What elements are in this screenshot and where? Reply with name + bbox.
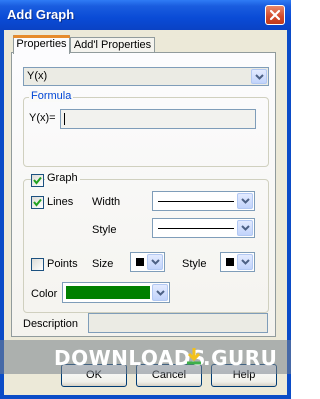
watermark-banner: DOWNLOADS .GURU — [0, 340, 291, 374]
points-checkbox[interactable] — [31, 258, 44, 271]
watermark-main: DOWNLOADS — [54, 346, 206, 370]
color-swatch — [66, 286, 150, 299]
text-cursor — [64, 113, 65, 125]
point-style-preview — [226, 258, 234, 266]
chevron-down-icon — [241, 225, 250, 231]
line-width-dropdown-button[interactable] — [237, 193, 253, 209]
tab-properties[interactable]: Properties — [13, 35, 70, 54]
title-bar[interactable]: Add Graph — [0, 0, 291, 30]
checkmark-icon — [33, 198, 42, 207]
line-style-preview — [158, 228, 234, 229]
chevron-down-icon — [241, 259, 250, 265]
graph-checkbox[interactable] — [31, 174, 44, 187]
watermark-text: DOWNLOADS — [54, 346, 206, 370]
function-type-dropdown-button[interactable] — [251, 69, 267, 84]
line-style-dropdown-button[interactable] — [237, 220, 253, 236]
add-graph-dialog: Add Graph Properties Add'l Properties Y(… — [0, 0, 291, 399]
color-dropdown-button[interactable] — [152, 284, 168, 301]
properties-panel: Y(x) Formula Y(x)= Graph Lines Width Sty… — [11, 52, 276, 337]
point-size-preview — [136, 258, 144, 266]
description-input[interactable] — [88, 313, 268, 333]
lines-checkbox[interactable] — [31, 196, 44, 209]
formula-label: Y(x)= — [29, 112, 56, 124]
tab-properties-label: Properties — [16, 38, 67, 50]
tab-addl-properties-label: Add'l Properties — [73, 39, 152, 51]
download-arrow-icon — [187, 348, 201, 365]
line-width-select[interactable] — [152, 191, 255, 211]
point-size-label: Size — [92, 258, 114, 270]
lines-label: Lines — [47, 196, 74, 208]
line-style-select[interactable] — [152, 218, 255, 238]
window-title: Add Graph — [7, 7, 75, 22]
point-style-dropdown-button[interactable] — [237, 254, 253, 270]
point-style-select[interactable] — [220, 252, 255, 272]
tab-addl-properties[interactable]: Add'l Properties — [70, 37, 155, 53]
formula-legend: Formula — [29, 90, 74, 102]
checkmark-icon — [33, 176, 42, 185]
function-type-value: Y(x) — [27, 70, 48, 82]
formula-input[interactable] — [60, 109, 256, 129]
close-icon — [269, 9, 281, 21]
description-label: Description — [23, 318, 79, 330]
chevron-down-icon — [241, 198, 250, 204]
close-button[interactable] — [265, 5, 285, 25]
graph-group: Graph Lines Width Style Points Size Styl… — [23, 172, 269, 313]
chevron-down-icon — [151, 259, 160, 265]
line-width-preview — [158, 201, 234, 202]
function-type-select[interactable]: Y(x) — [23, 67, 269, 86]
watermark-suffix: .GURU — [203, 346, 278, 370]
color-label: Color — [31, 288, 58, 300]
chevron-down-icon — [156, 289, 165, 296]
color-select[interactable] — [62, 282, 170, 303]
points-label: Points — [47, 258, 78, 270]
chevron-down-icon — [255, 73, 264, 80]
line-style-label: Style — [92, 224, 117, 236]
point-size-dropdown-button[interactable] — [147, 254, 163, 270]
watermark-suffix-wrap: .GURU — [203, 346, 277, 370]
formula-group: Formula Y(x)= — [23, 90, 269, 167]
point-size-select[interactable] — [130, 252, 165, 272]
point-style-label: Style — [182, 258, 207, 270]
graph-legend: Graph — [45, 172, 80, 184]
line-width-label: Width — [92, 196, 121, 208]
